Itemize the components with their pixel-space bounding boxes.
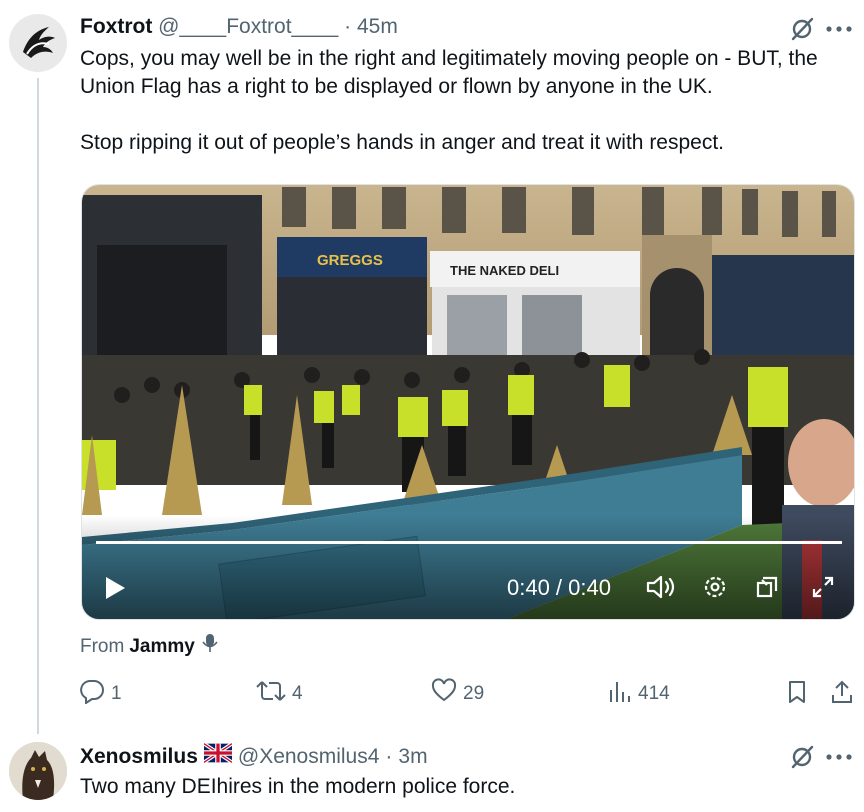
author-handle[interactable]: @____Foxtrot____ <box>158 15 338 38</box>
volume-icon[interactable] <box>644 572 678 602</box>
settings-icon[interactable] <box>700 572 730 602</box>
like-button[interactable]: 29 <box>431 678 484 710</box>
reply-time[interactable]: 3m <box>398 744 427 770</box>
share-icon[interactable] <box>828 678 856 706</box>
repost-button[interactable]: 4 <box>256 678 303 710</box>
reply-more-icon[interactable] <box>822 742 856 772</box>
post-header: Foxtrot @____Foxtrot____ · 45m <box>80 14 398 40</box>
repost-count: 4 <box>292 683 303 704</box>
reply-count: 1 <box>111 683 122 704</box>
bookmark-icon[interactable] <box>784 678 810 706</box>
video-time: 0:40 / 0:40 <box>507 575 611 600</box>
post-paragraph-2: Stop ripping it out of people’s hands in… <box>80 131 725 154</box>
reply-dot-separator: · <box>385 744 393 768</box>
reply-button[interactable]: 1 <box>79 678 122 710</box>
video-attribution: From Jammy <box>80 632 220 662</box>
views-count: 414 <box>638 683 670 704</box>
from-label: From <box>80 636 125 657</box>
video-frame: GREGGS THE NAKED DELI <box>82 185 854 619</box>
dot-separator: · <box>344 15 352 38</box>
repost-icon <box>256 678 286 710</box>
reply-grok-icon[interactable] <box>787 742 817 772</box>
shop-sign-greggs: GREGGS <box>317 252 383 269</box>
post-text: Cops, you may well be in the right and l… <box>80 45 855 157</box>
like-count: 29 <box>463 683 485 704</box>
reply-author-handle[interactable]: @Xenosmilus4 <box>238 744 380 770</box>
like-icon <box>431 678 457 710</box>
avatar-foxtrot[interactable] <box>9 14 67 72</box>
reply-author-name[interactable]: Xenosmilus <box>80 744 198 770</box>
views-button[interactable]: 414 <box>608 678 670 710</box>
pip-icon[interactable] <box>752 572 782 602</box>
fullscreen-icon[interactable] <box>808 572 838 602</box>
views-icon <box>608 678 632 710</box>
post-paragraph-1: Cops, you may well be in the right and l… <box>80 47 818 98</box>
video-player[interactable]: GREGGS THE NAKED DELI 0:40 / 0:40 <box>81 184 855 620</box>
author-name[interactable]: Foxtrot <box>80 15 152 38</box>
shop-sign-naked-deli: THE NAKED DELI <box>450 263 559 278</box>
reply-icon <box>79 678 105 710</box>
mic-icon <box>200 632 220 662</box>
grok-icon[interactable] <box>787 14 817 44</box>
more-icon[interactable] <box>822 14 856 44</box>
thread-line <box>37 78 39 734</box>
uk-flag-icon <box>202 742 233 770</box>
from-name[interactable]: Jammy <box>129 634 195 660</box>
play-icon[interactable] <box>100 573 130 603</box>
avatar-xenosmilus[interactable] <box>9 742 67 800</box>
post-time[interactable]: 45m <box>357 15 398 38</box>
reply-text: Two many DEIhires in the modern police f… <box>80 775 516 798</box>
reply-header: Xenosmilus @Xenosmilus4 · 3m <box>80 742 428 770</box>
video-progress-fill <box>96 541 842 544</box>
